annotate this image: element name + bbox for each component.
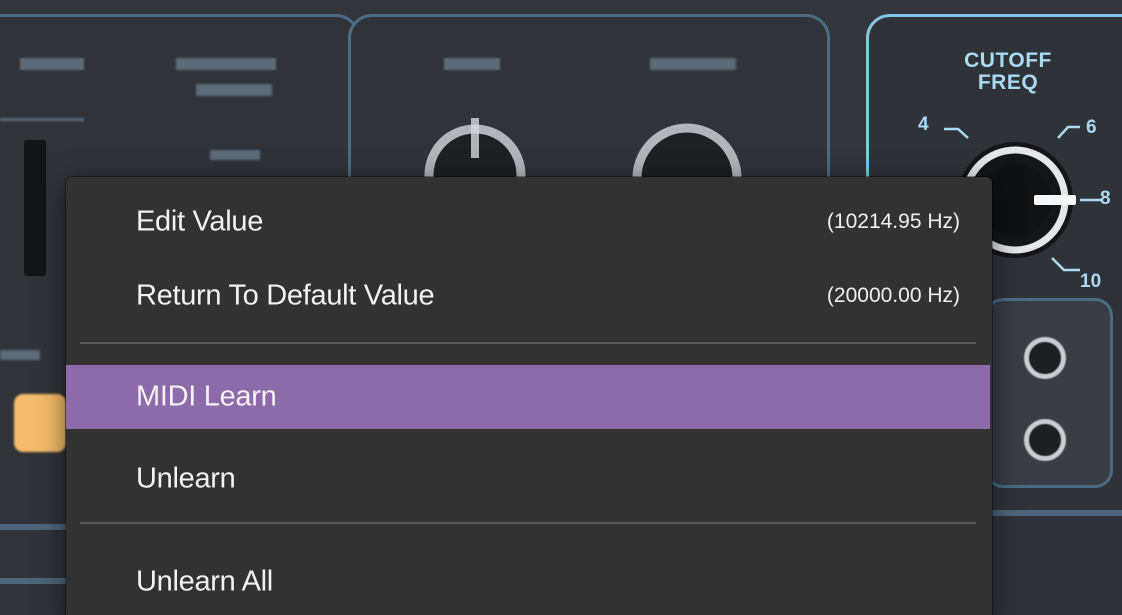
cutoff-title-line2: FREQ: [977, 71, 1039, 94]
menu-item-midi-learn[interactable]: MIDI Learn: [66, 365, 990, 429]
cutoff-title-line1: CUTOFF: [964, 49, 1052, 72]
cutoff-freq-title: CUTOFF FREQ: [948, 50, 1068, 94]
divider-line: [992, 510, 1122, 516]
side-label-blur: [0, 350, 40, 360]
menu-item-unlearn-all[interactable]: Unlearn All: [66, 550, 990, 614]
cv-jack-panel: [985, 298, 1113, 488]
menu-item-label: Edit Value: [136, 205, 264, 238]
menu-item-unlearn[interactable]: Unlearn: [66, 447, 990, 511]
tick-label-4: 4: [918, 114, 929, 135]
toggle-button[interactable]: [14, 394, 66, 452]
divider-line: [0, 578, 66, 584]
cv-jack-2[interactable]: [1024, 419, 1066, 461]
parameter-context-menu: Edit Value (10214.95 Hz) Return To Defau…: [66, 177, 992, 615]
divider-line: [0, 524, 66, 530]
cv-jack-1[interactable]: [1024, 337, 1066, 379]
menu-item-label: Return To Default Value: [136, 279, 435, 312]
menu-item-value: (20000.00 Hz): [826, 284, 960, 307]
menu-item-label: Unlearn: [136, 462, 236, 495]
menu-item-edit-value[interactable]: Edit Value (10214.95 Hz): [66, 190, 990, 254]
oct-label-blur: [20, 58, 84, 70]
octave-slider-track: [24, 140, 46, 276]
width-label-blur: [196, 84, 272, 96]
menu-separator: [80, 522, 976, 524]
menu-item-label: MIDI Learn: [136, 380, 277, 413]
menu-item-return-to-default[interactable]: Return To Default Value (20000.00 Hz): [66, 264, 990, 328]
pan-label-blur: [444, 58, 500, 70]
menu-separator: [80, 342, 976, 344]
tick-line: [0, 118, 84, 121]
level-label-blur: [650, 58, 736, 70]
plugin-window: CUTOFF FREQ 4 6 8 10 Edit Value (10214.9…: [0, 0, 1122, 615]
menu-item-label: Unlearn All: [136, 565, 273, 598]
menu-item-value: (10214.95 Hz): [826, 210, 960, 233]
pulse-label-blur: [176, 58, 276, 70]
pulse-width-value-blur: [210, 150, 260, 160]
